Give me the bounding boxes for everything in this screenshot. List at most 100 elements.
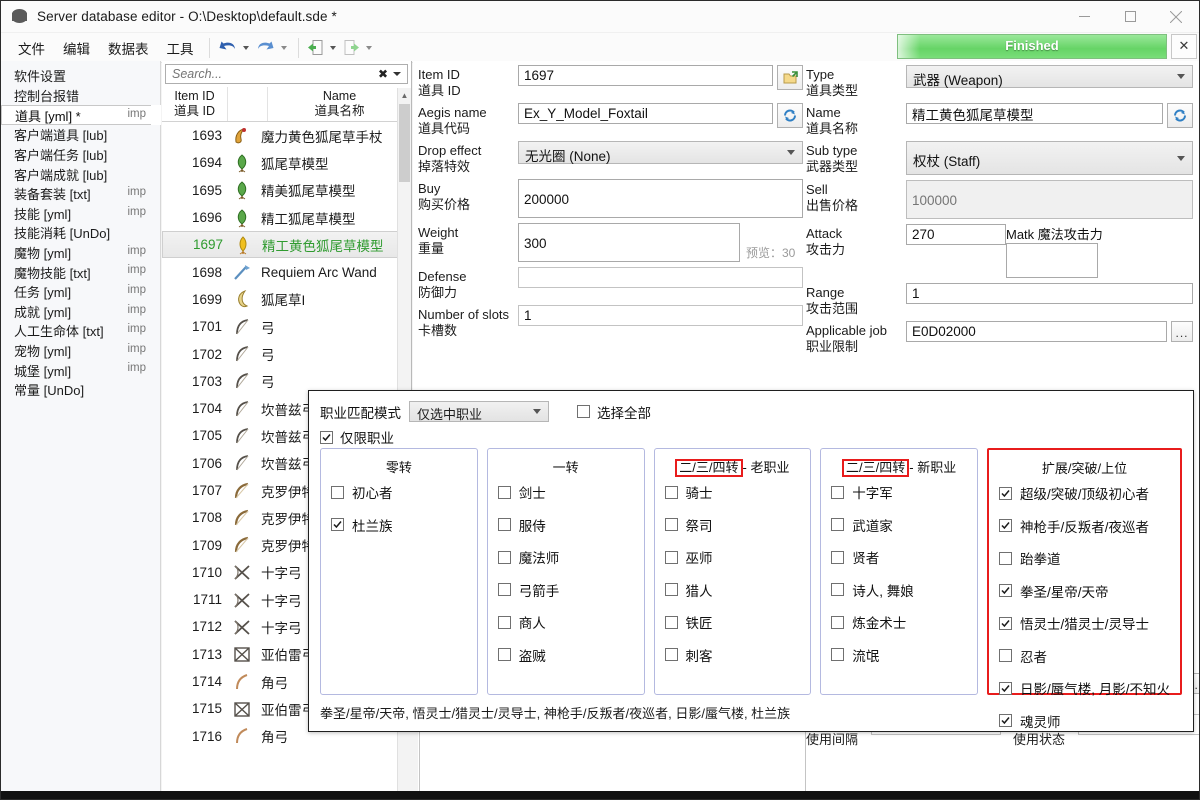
sidebar-item-0[interactable]: 软件设置 xyxy=(1,66,160,86)
defense-input[interactable] xyxy=(518,267,803,288)
sidebar-item-8[interactable]: 技能消耗 [UnDo] xyxy=(1,223,160,243)
job-checkbox[interactable] xyxy=(498,518,511,531)
import-dropdown-caret[interactable] xyxy=(330,46,336,50)
sidebar-item-import-badge[interactable]: imp xyxy=(127,108,146,120)
maximize-button[interactable] xyxy=(1107,1,1153,32)
job-checkbox[interactable] xyxy=(498,616,511,629)
only-job-checkbox-row[interactable]: 仅限职业 xyxy=(320,427,1193,447)
job-mode-combo[interactable]: 仅选中职业 xyxy=(409,401,549,422)
sidebar-item-13[interactable]: 人工生命体 [txt]imp xyxy=(1,321,160,341)
sidebar-item-7[interactable]: 技能 [yml]imp xyxy=(1,204,160,224)
job-checkbox[interactable] xyxy=(665,518,678,531)
weight-input[interactable] xyxy=(518,223,740,262)
name-refresh-button[interactable] xyxy=(1167,103,1193,128)
minimize-button[interactable] xyxy=(1061,1,1107,32)
export-dropdown-caret[interactable] xyxy=(366,46,372,50)
applicable-job-browse-button[interactable]: ... xyxy=(1171,321,1193,342)
sidebar-item-import-badge[interactable]: imp xyxy=(127,264,146,276)
job-checkbox-row[interactable]: 十字军 xyxy=(831,482,967,502)
sidebar-item-12[interactable]: 成就 [yml]imp xyxy=(1,302,160,322)
menu-datatable[interactable]: 数据表 xyxy=(99,35,158,61)
item-id-input[interactable] xyxy=(518,65,773,86)
table-row[interactable]: 1698Requiem Arc Wand xyxy=(162,258,411,285)
job-checkbox-row[interactable]: 贤者 xyxy=(831,547,967,567)
sidebar-item-import-badge[interactable]: imp xyxy=(127,362,146,374)
sidebar-item-3[interactable]: 客户端道具 [lub] xyxy=(1,125,160,145)
redo-dropdown-caret[interactable] xyxy=(281,46,287,50)
job-checkbox[interactable] xyxy=(999,487,1012,500)
aegis-name-refresh-button[interactable] xyxy=(777,103,803,128)
sidebar-item-14[interactable]: 宠物 [yml]imp xyxy=(1,341,160,361)
job-checkbox[interactable] xyxy=(999,552,1012,565)
sidebar-item-import-badge[interactable]: imp xyxy=(127,323,146,335)
sidebar-item-2[interactable]: 道具 [yml] *imp xyxy=(1,105,160,125)
list-scrollbar-thumb[interactable] xyxy=(399,104,410,182)
job-checkbox[interactable] xyxy=(331,518,344,531)
type-combo[interactable]: 武器 (Weapon) xyxy=(906,65,1193,88)
sidebar-item-1[interactable]: 控制台报错 xyxy=(1,86,160,106)
job-checkbox[interactable] xyxy=(999,682,1012,695)
range-input[interactable] xyxy=(906,283,1193,304)
sidebar-item-16[interactable]: 常量 [UnDo] xyxy=(1,380,160,400)
sidebar-item-15[interactable]: 城堡 [yml]imp xyxy=(1,360,160,380)
sidebar-item-import-badge[interactable]: imp xyxy=(127,206,146,218)
job-checkbox[interactable] xyxy=(498,583,511,596)
job-checkbox[interactable] xyxy=(665,486,678,499)
select-all-checkbox-row[interactable]: 选择全部 xyxy=(577,402,651,422)
job-checkbox[interactable] xyxy=(999,617,1012,630)
job-checkbox-row[interactable]: 跆拳道 xyxy=(999,548,1170,568)
sidebar-item-import-badge[interactable]: imp xyxy=(127,284,146,296)
drop-effect-combo[interactable]: 无光圈 (None) xyxy=(518,141,803,164)
job-checkbox[interactable] xyxy=(831,616,844,629)
sell-price-input[interactable] xyxy=(906,180,1193,219)
undo-dropdown-caret[interactable] xyxy=(243,46,249,50)
progress-close-button[interactable]: ✕ xyxy=(1171,34,1197,59)
job-checkbox[interactable] xyxy=(498,551,511,564)
search-options-caret-icon[interactable] xyxy=(393,72,401,76)
clear-search-icon[interactable]: ✖ xyxy=(373,67,393,81)
job-checkbox[interactable] xyxy=(831,551,844,564)
job-checkbox-row[interactable]: 超级/突破/顶级初心者 xyxy=(999,483,1170,503)
sidebar-item-10[interactable]: 魔物技能 [txt]imp xyxy=(1,262,160,282)
job-checkbox[interactable] xyxy=(831,648,844,661)
job-checkbox[interactable] xyxy=(831,486,844,499)
sidebar-item-import-badge[interactable]: imp xyxy=(127,186,146,198)
job-checkbox[interactable] xyxy=(498,486,511,499)
import-button[interactable] xyxy=(305,38,326,57)
sidebar-item-import-badge[interactable]: imp xyxy=(127,343,146,355)
menu-file[interactable]: 文件 xyxy=(9,35,54,61)
job-checkbox[interactable] xyxy=(498,648,511,661)
job-checkbox-row[interactable]: 日影/蜃气楼, 月影/不知火 xyxy=(999,678,1170,698)
table-row[interactable]: 1699狐尾草I xyxy=(162,286,411,313)
table-row[interactable]: 1693魔力黄色狐尾草手杖 xyxy=(162,122,411,149)
aegis-name-input[interactable] xyxy=(518,103,773,124)
job-checkbox[interactable] xyxy=(999,584,1012,597)
menu-edit[interactable]: 编辑 xyxy=(54,35,99,61)
job-checkbox-row[interactable]: 商人 xyxy=(498,612,634,632)
sub-type-combo[interactable]: 权杖 (Staff) xyxy=(906,141,1193,175)
sidebar-item-5[interactable]: 客户端成就 [lub] xyxy=(1,164,160,184)
job-checkbox-row[interactable]: 刺客 xyxy=(665,645,801,665)
scroll-up-icon[interactable]: ▲ xyxy=(398,88,411,102)
column-header-item-id[interactable]: Item ID 道具 ID xyxy=(162,87,228,121)
job-checkbox[interactable] xyxy=(999,519,1012,532)
search-box[interactable]: ✖ xyxy=(165,64,408,84)
job-checkbox-row[interactable]: 初心者 xyxy=(331,482,467,502)
column-header-icon[interactable] xyxy=(228,87,268,121)
column-header-name[interactable]: Name 道具名称 xyxy=(268,87,411,121)
job-checkbox-row[interactable]: 弓箭手 xyxy=(498,580,634,600)
job-checkbox-row[interactable]: 祭司 xyxy=(665,515,801,535)
job-checkbox-row[interactable]: 盗贼 xyxy=(498,645,634,665)
sidebar-item-4[interactable]: 客户端任务 [lub] xyxy=(1,145,160,165)
search-input[interactable] xyxy=(166,66,373,82)
attack-input[interactable] xyxy=(906,224,1006,245)
job-checkbox[interactable] xyxy=(999,649,1012,662)
job-checkbox-row[interactable]: 流氓 xyxy=(831,645,967,665)
sidebar-item-import-badge[interactable]: imp xyxy=(127,245,146,257)
undo-button[interactable] xyxy=(216,38,239,57)
job-checkbox-row[interactable]: 铁匠 xyxy=(665,612,801,632)
matk-input[interactable] xyxy=(1006,243,1098,278)
table-row[interactable]: 1697精工黄色狐尾草模型 xyxy=(162,231,411,258)
close-button[interactable] xyxy=(1153,1,1199,32)
job-checkbox-row[interactable]: 悟灵士/猎灵士/灵导士 xyxy=(999,613,1170,633)
